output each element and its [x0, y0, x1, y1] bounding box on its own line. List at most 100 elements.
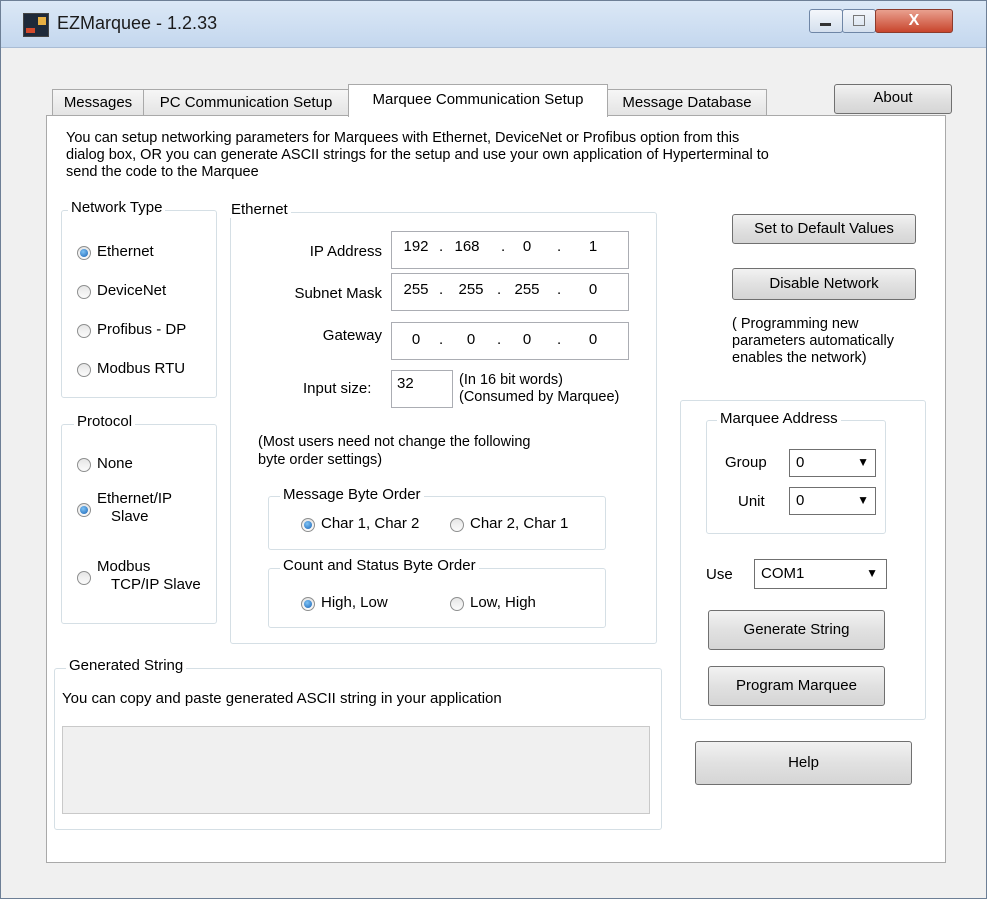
tab-marquee-communication-setup[interactable]: Marquee Communication Setup — [348, 84, 608, 117]
group-value: 0 — [796, 454, 805, 471]
radio-devicenet[interactable] — [77, 285, 91, 299]
about-button[interactable]: About — [834, 84, 952, 114]
tab-messages[interactable]: Messages — [52, 89, 144, 116]
disable-network-button[interactable]: Disable Network — [732, 268, 916, 300]
radio-modbus-rtu[interactable] — [77, 363, 91, 377]
gateway-field[interactable]: 0 . 0 . 0 . 0 — [391, 322, 629, 360]
gateway-dot: . — [557, 331, 562, 348]
ip-address-label: IP Address — [309, 243, 382, 260]
ip-octet: 168 — [454, 238, 480, 255]
radio-char1-char2[interactable] — [301, 518, 315, 532]
use-label: Use — [706, 566, 733, 583]
ethernet-title: Ethernet — [228, 201, 291, 218]
network-type-title: Network Type — [68, 199, 166, 216]
tab-pc-communication-setup[interactable]: PC Communication Setup — [143, 89, 349, 116]
subnet-octet: 255 — [403, 281, 429, 298]
radio-char2-char1[interactable] — [450, 518, 464, 532]
minimize-icon — [820, 23, 831, 26]
chevron-down-icon: ▼ — [857, 455, 869, 469]
subnet-octet: 0 — [588, 281, 598, 298]
radio-high-low[interactable] — [301, 597, 315, 611]
subnet-dot: . — [557, 281, 562, 298]
message-byte-order-title: Message Byte Order — [280, 486, 424, 503]
generated-string-description: You can copy and paste generated ASCII s… — [62, 690, 502, 707]
label-line: Modbus — [97, 558, 151, 575]
maximize-button[interactable] — [842, 9, 876, 33]
radio-ethernet-ip-slave[interactable] — [77, 503, 91, 517]
unit-dropdown[interactable]: 0 ▼ — [789, 487, 876, 515]
marquee-address-group — [706, 420, 886, 534]
label-line: Ethernet/IP — [97, 490, 173, 507]
tab-message-database[interactable]: Message Database — [607, 89, 767, 116]
help-button[interactable]: Help — [695, 741, 912, 785]
set-default-values-button[interactable]: Set to Default Values — [732, 214, 916, 244]
ip-octet: 0 — [522, 238, 532, 255]
radio-char2-char1-label[interactable]: Char 2, Char 1 — [470, 515, 568, 532]
label-line: Slave — [111, 508, 149, 525]
radio-high-low-label[interactable]: High, Low — [321, 594, 388, 611]
note-line: parameters automatically — [732, 333, 894, 349]
subnet-mask-label: Subnet Mask — [294, 285, 382, 302]
ip-dot: . — [557, 238, 562, 255]
chevron-down-icon: ▼ — [866, 566, 878, 580]
generated-string-textbox[interactable] — [62, 726, 650, 814]
ezmarquee-app-icon — [23, 13, 49, 37]
window-title: EZMarquee - 1.2.33 — [57, 13, 218, 33]
subnet-mask-field[interactable]: 255 . 255 . 255 . 0 — [391, 273, 629, 311]
label-line: TCP/IP Slave — [111, 576, 201, 593]
radio-protocol-none-label[interactable]: None — [97, 455, 133, 472]
input-size-value: 32 — [397, 375, 414, 392]
close-button[interactable]: X — [875, 9, 953, 33]
input-size-note: (In 16 bit words) (Consumed by Marquee) — [459, 372, 619, 406]
note-line: (Consumed by Marquee) — [459, 389, 620, 405]
radio-profibus[interactable] — [77, 324, 91, 338]
radio-ethernet[interactable] — [77, 246, 91, 260]
ip-address-field[interactable]: 192 . 168 . 0 . 1 — [391, 231, 629, 269]
radio-modbus-rtu-label[interactable]: Modbus RTU — [97, 360, 185, 377]
unit-value: 0 — [796, 492, 805, 509]
minimize-button[interactable] — [809, 9, 843, 33]
radio-profibus-label[interactable]: Profibus - DP — [97, 321, 186, 338]
generated-string-title: Generated String — [66, 657, 187, 674]
title-bar[interactable]: EZMarquee - 1.2.33 X — [1, 1, 986, 48]
count-status-order-title: Count and Status Byte Order — [280, 557, 479, 574]
unit-label: Unit — [738, 493, 765, 510]
intro-line: dialog box, OR you can generate ASCII st… — [66, 147, 769, 163]
radio-ethernet-ip-slave-label[interactable]: Ethernet/IP Slave — [97, 490, 172, 526]
intro-line: send the code to the Marquee — [66, 164, 259, 180]
ip-dot: . — [439, 238, 444, 255]
protocol-title: Protocol — [74, 413, 136, 430]
maximize-icon — [853, 15, 865, 26]
group-label: Group — [725, 454, 767, 471]
note-line: enables the network) — [732, 350, 867, 366]
radio-low-high-label[interactable]: Low, High — [470, 594, 536, 611]
gateway-octet: 0 — [588, 331, 598, 348]
chevron-down-icon: ▼ — [857, 493, 869, 507]
radio-protocol-none[interactable] — [77, 458, 91, 472]
byte-order-note: (Most users need not change the followin… — [258, 433, 530, 469]
note-line: (Most users need not change the followin… — [258, 434, 531, 450]
note-line: (In 16 bit words) — [459, 372, 563, 388]
gateway-octet: 0 — [522, 331, 532, 348]
radio-char1-char2-label[interactable]: Char 1, Char 2 — [321, 515, 419, 532]
com-port-value: COM1 — [761, 565, 805, 582]
note-line: byte order settings) — [258, 452, 383, 468]
radio-ethernet-label[interactable]: Ethernet — [97, 243, 154, 260]
subnet-dot: . — [439, 281, 444, 298]
gateway-octet: 0 — [411, 331, 421, 348]
input-size-field[interactable]: 32 — [391, 370, 453, 408]
network-note: ( Programming new parameters automatical… — [732, 316, 894, 367]
gateway-dot: . — [439, 331, 444, 348]
program-marquee-button[interactable]: Program Marquee — [708, 666, 885, 706]
generate-string-button[interactable]: Generate String — [708, 610, 885, 650]
gateway-label: Gateway — [322, 327, 382, 344]
group-dropdown[interactable]: 0 ▼ — [789, 449, 876, 477]
radio-devicenet-label[interactable]: DeviceNet — [97, 282, 166, 299]
intro-line: You can setup networking parameters for … — [66, 130, 740, 146]
com-port-dropdown[interactable]: COM1 ▼ — [754, 559, 887, 589]
radio-modbus-tcpip-slave[interactable] — [77, 571, 91, 585]
ip-octet: 1 — [588, 238, 598, 255]
radio-low-high[interactable] — [450, 597, 464, 611]
count-status-order-group — [268, 568, 606, 628]
radio-modbus-tcpip-slave-label[interactable]: Modbus TCP/IP Slave — [97, 558, 201, 594]
